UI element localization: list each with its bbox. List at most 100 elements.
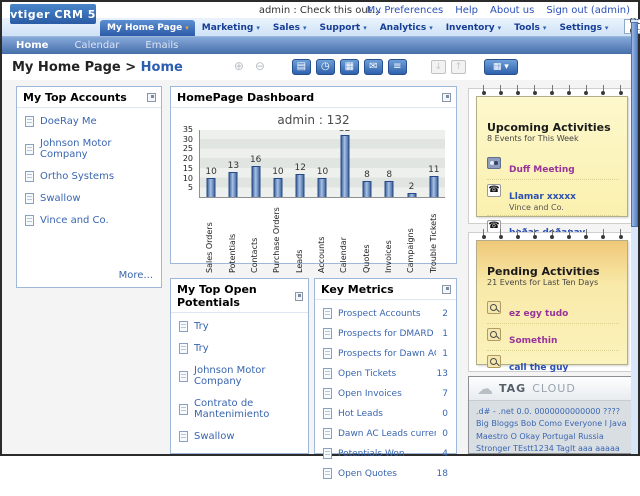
metric-link[interactable]: Hot Leads — [338, 409, 383, 419]
breadcrumb-current: Home — [141, 60, 183, 75]
move-up-icon[interactable]: ↑ — [451, 60, 466, 74]
activity-link[interactable]: Llamar xxxxx — [509, 192, 576, 202]
potential-link[interactable]: Johnson Motor Company — [194, 365, 300, 387]
metric-link[interactable]: Prospects for Dawn AC — [338, 349, 436, 359]
chart-y-axis: 5101520253035 — [171, 130, 196, 198]
x-tick-label: Purchase Orders — [273, 201, 281, 273]
chat-widget-icon[interactable]: ✉ — [364, 59, 383, 75]
tab-my-home-page[interactable]: My Home Page▾ — [100, 20, 195, 36]
vertical-scrollbar[interactable] — [631, 20, 638, 454]
collapse-widget-icon[interactable] — [147, 93, 156, 102]
tab-marketing[interactable]: Marketing▾ — [195, 20, 266, 36]
top-link-my-preferences[interactable]: My Preferences — [367, 5, 444, 16]
metric-row: Dawn AC Leads current Week 0 — [323, 428, 448, 439]
potential-link[interactable]: Try — [194, 321, 209, 332]
move-down-icon[interactable]: ↓ — [431, 60, 446, 74]
x-label-slot: Quotes — [356, 201, 378, 273]
note-subtitle: 8 Events for This Week — [487, 134, 619, 143]
pin-icon — [567, 229, 572, 241]
collapse-widget-icon[interactable] — [442, 93, 451, 102]
calculator-widget-icon[interactable]: ▦ — [340, 59, 359, 75]
top-link-sign-out-admin[interactable]: Sign out (admin) — [546, 5, 630, 16]
potential-link[interactable]: Contrato de Mantenimiento — [194, 398, 300, 420]
metric-value: 0 — [442, 429, 448, 439]
collapse-widget-icon[interactable] — [442, 285, 451, 294]
x-label-slot: Potentials — [221, 201, 243, 273]
tab-tools[interactable]: Tools▾ — [507, 20, 552, 36]
panel-dashboard: HomePage Dashboard admin : 132 510152025… — [170, 86, 457, 264]
x-label-slot: Campaigns — [400, 201, 422, 273]
subnav-item-calendar[interactable]: Calendar — [74, 40, 119, 51]
chevron-down-icon: ▾ — [498, 24, 502, 32]
note-title: Pending Activities — [487, 265, 619, 278]
topbar: vtiger CRM 5 admin : Check this out... M… — [2, 2, 638, 18]
bar-sales-orders[interactable] — [207, 178, 216, 197]
clock-widget-icon[interactable]: ◷ — [316, 59, 335, 75]
top-link-help[interactable]: Help — [455, 5, 478, 16]
metric-link[interactable]: Open Tickets — [338, 369, 396, 379]
metric-row: Potentials Won4 — [323, 448, 448, 459]
activity-link[interactable]: Duff Meeting — [509, 165, 575, 175]
activity-link[interactable]: call the guy — [509, 363, 568, 373]
subnav-item-emails[interactable]: Emails — [145, 40, 178, 51]
account-link[interactable]: Johnson Motor Company — [40, 138, 153, 160]
account-link[interactable]: Vince and Co. — [40, 215, 109, 226]
bar-trouble-tickets[interactable] — [429, 176, 438, 197]
metric-link[interactable]: Potentials Won — [338, 449, 405, 459]
vtiger-logo[interactable]: vtiger CRM 5 — [10, 4, 96, 24]
tab-sales[interactable]: Sales▾ — [266, 20, 313, 36]
metric-link[interactable]: Prospect Accounts — [338, 309, 421, 319]
account-link[interactable]: Ortho Systems — [40, 171, 114, 182]
calendar-widget-icon[interactable]: ▤ — [292, 59, 311, 75]
account-link[interactable]: DoeRay Me — [40, 116, 97, 127]
notepad-widget-icon[interactable]: ≡ — [388, 59, 407, 75]
bar-leads[interactable] — [296, 174, 305, 197]
metric-link[interactable]: Open Quotes — [338, 469, 397, 479]
tab-label: Analytics — [380, 23, 426, 33]
bar-potentials[interactable] — [229, 172, 238, 197]
list-item: Vince and Co. — [25, 215, 153, 226]
bar-campaigns[interactable] — [407, 193, 416, 197]
more-link[interactable]: More... — [119, 270, 153, 281]
bar-value-label: 8 — [356, 170, 378, 180]
top-link-about-us[interactable]: About us — [490, 5, 534, 16]
tab-analytics[interactable]: Analytics▾ — [373, 20, 439, 36]
bar-contacts[interactable] — [251, 166, 260, 197]
widget-list-dropdown[interactable]: ▦ ▾ — [484, 59, 518, 75]
bar-accounts[interactable] — [318, 178, 327, 197]
bar-quotes[interactable] — [362, 181, 371, 197]
tab-inventory[interactable]: Inventory▾ — [439, 20, 507, 36]
tab-support[interactable]: Support▾ — [312, 20, 372, 36]
subnav-item-home[interactable]: Home — [16, 40, 48, 51]
panel-top-accounts: My Top Accounts DoeRay Me Johnson Motor C… — [16, 86, 162, 288]
collapse-widget-icon[interactable] — [295, 292, 303, 301]
panel-title: My Top Accounts — [23, 91, 127, 104]
account-link[interactable]: Swallow — [40, 193, 81, 204]
activity-link[interactable]: Somethin — [509, 336, 557, 346]
x-tick-label: Invoices — [385, 201, 393, 273]
pin-icon — [567, 85, 572, 97]
bar-invoices[interactable] — [385, 181, 394, 197]
document-icon — [179, 321, 188, 332]
document-icon — [323, 408, 332, 419]
bar-purchase-orders[interactable] — [273, 178, 282, 197]
activity-link[interactable]: ez egy tudo — [509, 309, 568, 319]
metric-link[interactable]: Open Invoices — [338, 389, 402, 399]
potential-link[interactable]: Swallow — [194, 431, 235, 442]
bar-calendar[interactable] — [340, 135, 349, 197]
scrollbar-thumb[interactable] — [631, 22, 638, 227]
potential-link[interactable]: Try — [194, 343, 209, 354]
x-label-slot: Accounts — [311, 201, 333, 273]
bar-value-label: 10 — [311, 167, 333, 177]
zoom-out-icon[interactable]: ⊖ — [252, 59, 268, 75]
metric-link[interactable]: Dawn AC Leads current Week — [338, 429, 436, 439]
bar-value-label: 32 — [334, 130, 356, 134]
x-tick-label: Potentials — [229, 201, 237, 273]
tag-cloud-tags[interactable]: .d# - .net 0.0. 0000000000000 ???? Big B… — [469, 401, 635, 453]
tab-settings[interactable]: Settings▾ — [552, 20, 614, 36]
content-area: My Top Accounts DoeRay Me Johnson Motor C… — [2, 80, 638, 454]
document-icon — [25, 171, 34, 182]
zoom-in-icon[interactable]: ⊕ — [231, 59, 247, 75]
metric-link[interactable]: Prospects for DMARD — [338, 329, 434, 339]
activity-text: Llamar xxxxxVince and Co. — [509, 184, 576, 212]
